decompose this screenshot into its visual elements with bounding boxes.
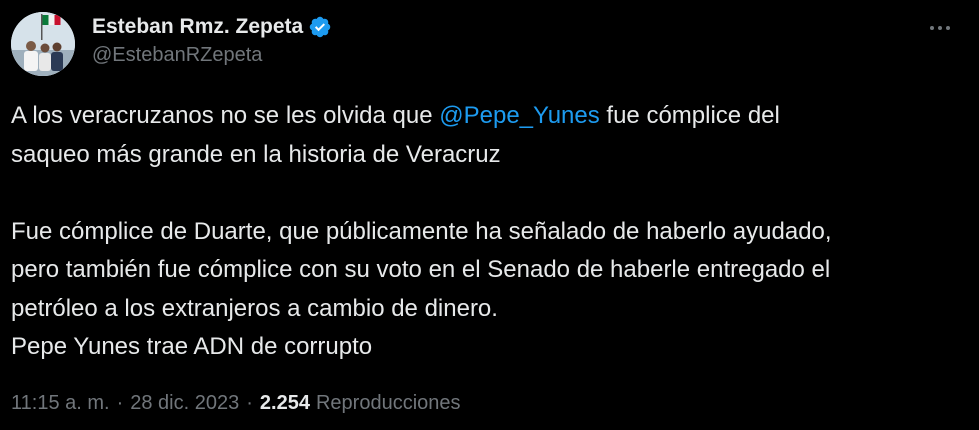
meta-separator: ·	[116, 392, 124, 414]
more-options-button[interactable]	[923, 14, 957, 42]
author-display-name[interactable]: Esteban Rmz. Zepeta	[92, 15, 303, 39]
more-horizontal-icon-dot	[946, 26, 950, 30]
author-name-row: Esteban Rmz. Zepeta	[92, 12, 332, 42]
tweet-line: Fue cómplice de Duarte, que públicamente…	[11, 217, 832, 245]
tweet-line: pero también fue cómplice con su voto en…	[11, 256, 831, 283]
tweet-line: A los veracruzanos no se les olvida que …	[11, 97, 961, 136]
more-horizontal-icon-dot	[938, 26, 942, 30]
tweet-text-segment: A los veracruzanos no se les olvida que	[11, 102, 440, 129]
author-handle[interactable]: @EstebanRZepeta	[92, 44, 332, 67]
views-count: 2.254	[259, 392, 310, 414]
tweet-line: petróleo a los extranjeros a cambio de d…	[11, 294, 498, 322]
tweet-meta: 11:15 a. m. · 28 dic. 2023 · 2.254 Repro…	[11, 392, 461, 415]
tweet-text-segment: fue cómplice del	[599, 102, 780, 129]
tweet-time-link[interactable]: 11:15 a. m.	[11, 392, 110, 415]
tweet-card: Esteban Rmz. Zepeta @EstebanRZepeta A lo…	[0, 0, 979, 430]
meta-separator: ·	[246, 392, 253, 414]
views-label: Reproducciones	[315, 392, 461, 414]
verified-badge-icon[interactable]	[308, 15, 332, 39]
author-avatar[interactable]	[11, 12, 75, 76]
author-info: Esteban Rmz. Zepeta @EstebanRZepeta	[92, 12, 332, 67]
more-horizontal-icon-dot	[930, 26, 934, 30]
tweet-text: A los veracruzanos no se les olvida que …	[11, 97, 961, 367]
avatar-photo	[11, 12, 75, 76]
tweet-date-link[interactable]: 28 dic. 2023	[130, 392, 239, 415]
tweet-line: Pepe Yunes trae ADN de corrupto	[11, 333, 373, 360]
tweet-line: saqueo más grande en la historia de Vera…	[11, 140, 501, 168]
mention-link[interactable]: @Pepe_Yunes	[439, 102, 600, 129]
